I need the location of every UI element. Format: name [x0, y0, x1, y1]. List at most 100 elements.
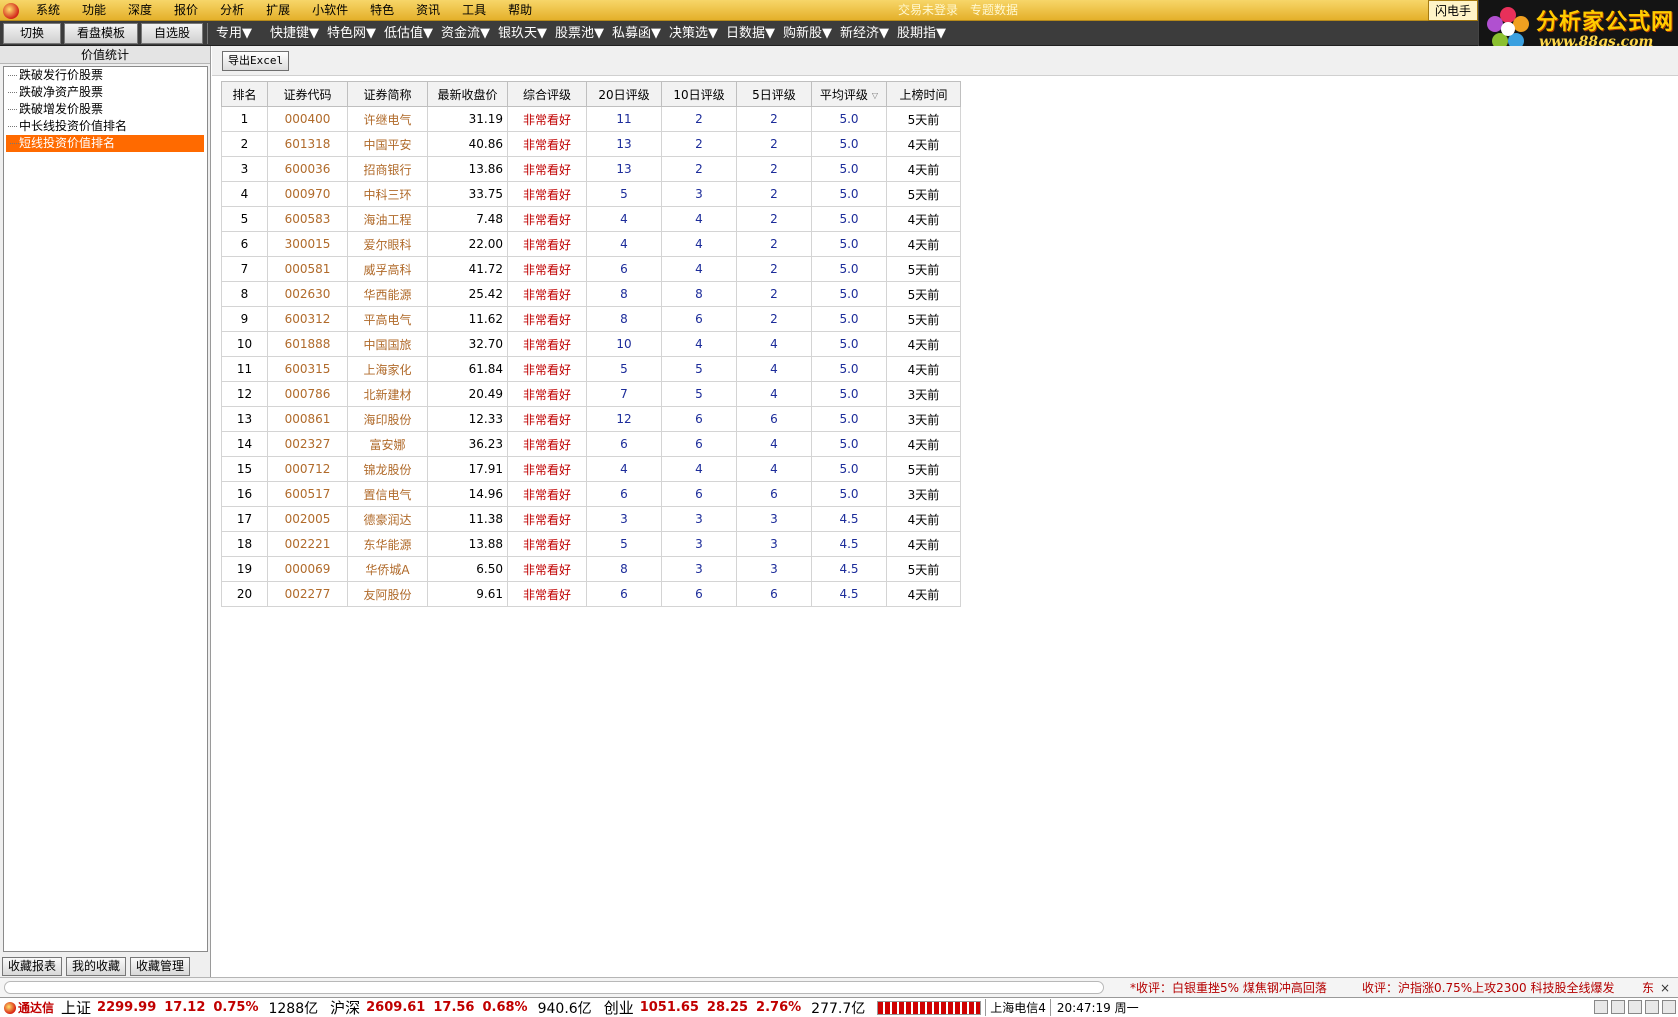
dropdown-special-use[interactable]: 专用▼	[212, 21, 256, 46]
cell-name[interactable]: 爱尔眼科	[347, 231, 428, 257]
view-template-button[interactable]: 看盘模板	[64, 22, 139, 44]
topic-data-link[interactable]: 专题数据	[970, 0, 1018, 21]
table-row[interactable]: 4 000970 中科三环 33.75 非常看好 5 3 2 5.0 5天前	[221, 181, 961, 207]
table-row[interactable]: 14 002327 富安娜 36.23 非常看好 6 6 4 5.0 4天前	[221, 431, 961, 457]
watchlist-button[interactable]: 自选股	[141, 22, 204, 44]
cell-code[interactable]: 000970	[267, 181, 348, 207]
dropdown-fund-flow[interactable]: 资金流▼	[437, 21, 494, 46]
cell-name[interactable]: 中国平安	[347, 131, 428, 157]
dropdown-feature-net[interactable]: 特色网▼	[323, 21, 380, 46]
bookmark-report-button[interactable]: 收藏报表	[2, 957, 63, 976]
cell-code[interactable]: 000069	[267, 556, 348, 582]
cell-name[interactable]: 海印股份	[347, 406, 428, 432]
dropdown-daily-data[interactable]: 日数据▼	[722, 21, 779, 46]
login-status[interactable]: 交易未登录	[898, 0, 958, 21]
dropdown-decision[interactable]: 决策选▼	[665, 21, 722, 46]
cell-code[interactable]: 002630	[267, 281, 348, 307]
index-name-cy[interactable]: 创业	[600, 998, 636, 1017]
cell-code[interactable]: 002327	[267, 431, 348, 457]
dropdown-silver-nine[interactable]: 银玖天▼	[494, 21, 551, 46]
cell-code[interactable]: 000861	[267, 406, 348, 432]
table-row[interactable]: 20 002277 友阿股份 9.61 非常看好 6 6 6 4.5 4天前	[221, 581, 961, 607]
menu-function[interactable]: 功能	[71, 0, 117, 21]
switch-button[interactable]: 切换	[3, 22, 62, 44]
table-row[interactable]: 15 000712 锦龙股份 17.91 非常看好 4 4 4 5.0 5天前	[221, 456, 961, 482]
cell-code[interactable]: 000400	[267, 106, 348, 132]
cell-name[interactable]: 置信电气	[347, 481, 428, 507]
table-row[interactable]: 10 601888 中国国旅 32.70 非常看好 10 4 4 5.0 4天前	[221, 331, 961, 357]
server-label[interactable]: 上海电信4	[985, 999, 1051, 1016]
menu-depth[interactable]: 深度	[117, 0, 163, 21]
col-overall-rating[interactable]: 综合评级	[507, 81, 587, 107]
cell-name[interactable]: 华西能源	[347, 281, 428, 307]
menu-quote[interactable]: 报价	[163, 0, 209, 21]
news-item[interactable]: 收评：沪指涨0.75%上攻2300 科技股全线爆发	[1362, 978, 1614, 998]
sort-desc-icon[interactable]: ▽	[872, 91, 878, 100]
table-row[interactable]: 3 600036 招商银行 13.86 非常看好 13 2 2 5.0 4天前	[221, 156, 961, 182]
col-rank[interactable]: 排名	[221, 81, 268, 107]
cell-code[interactable]: 000786	[267, 381, 348, 407]
table-row[interactable]: 12 000786 北新建材 20.49 非常看好 7 5 4 5.0 3天前	[221, 381, 961, 407]
menu-help[interactable]: 帮助	[497, 0, 543, 21]
col-code[interactable]: 证券代码	[267, 81, 348, 107]
table-row[interactable]: 9 600312 平高电气 11.62 非常看好 8 6 2 5.0 5天前	[221, 306, 961, 332]
tree-item-below-net-assets[interactable]: 跌破净资产股票	[4, 84, 207, 101]
index-name-hs[interactable]: 沪深	[326, 998, 362, 1017]
menu-tools[interactable]: 工具	[451, 0, 497, 21]
cell-name[interactable]: 德豪润达	[347, 506, 428, 532]
tree-item-below-issue-price[interactable]: 跌破发行价股票	[4, 67, 207, 84]
cell-code[interactable]: 000581	[267, 256, 348, 282]
cell-code[interactable]: 002221	[267, 531, 348, 557]
settings-icon[interactable]	[1662, 1000, 1676, 1014]
table-row[interactable]: 2 601318 中国平安 40.86 非常看好 13 2 2 5.0 4天前	[221, 131, 961, 157]
cell-code[interactable]: 600036	[267, 156, 348, 182]
cell-name[interactable]: 锦龙股份	[347, 456, 428, 482]
export-excel-button[interactable]: 导出Excel	[222, 51, 290, 71]
table-row[interactable]: 18 002221 东华能源 13.88 非常看好 5 3 3 4.5 4天前	[221, 531, 961, 557]
table-row[interactable]: 8 002630 华西能源 25.42 非常看好 8 8 2 5.0 5天前	[221, 281, 961, 307]
cell-name[interactable]: 招商银行	[347, 156, 428, 182]
cell-name[interactable]: 友阿股份	[347, 581, 428, 607]
dropdown-private-fund[interactable]: 私募函▼	[608, 21, 665, 46]
dropdown-index-futures[interactable]: 股期指▼	[893, 21, 950, 46]
my-bookmarks-button[interactable]: 我的收藏	[66, 957, 127, 976]
table-row[interactable]: 17 002005 德豪润达 11.38 非常看好 3 3 3 4.5 4天前	[221, 506, 961, 532]
col-close-price[interactable]: 最新收盘价	[427, 81, 508, 107]
cell-code[interactable]: 000712	[267, 456, 348, 482]
tree-item-short-term-ranking[interactable]: 短线投资价值排名	[6, 135, 204, 152]
tree-item-long-term-ranking[interactable]: 中长线投资价值排名	[4, 118, 207, 135]
tree-item-below-offering-price[interactable]: 跌破增发价股票	[4, 101, 207, 118]
col-name[interactable]: 证券简称	[347, 81, 428, 107]
menu-extend[interactable]: 扩展	[255, 0, 301, 21]
index-name-sh[interactable]: 上证	[57, 998, 93, 1017]
col-5day-rating[interactable]: 5日评级	[736, 81, 812, 107]
cell-code[interactable]: 600312	[267, 306, 348, 332]
cell-name[interactable]: 中国国旅	[347, 331, 428, 357]
dropdown-new-shares[interactable]: 购新股▼	[779, 21, 836, 46]
news-item[interactable]: *收评：白银重挫5% 煤焦钢冲高回落	[1130, 978, 1327, 998]
cell-code[interactable]: 601318	[267, 131, 348, 157]
col-listed-time[interactable]: 上榜时间	[886, 81, 961, 107]
cell-code[interactable]: 600583	[267, 206, 348, 232]
cell-name[interactable]: 上海家化	[347, 356, 428, 382]
cell-code[interactable]: 002005	[267, 506, 348, 532]
dropdown-low-valuation[interactable]: 低估值▼	[380, 21, 437, 46]
table-row[interactable]: 11 600315 上海家化 61.84 非常看好 5 5 4 5.0 4天前	[221, 356, 961, 382]
menu-analysis[interactable]: 分析	[209, 0, 255, 21]
table-row[interactable]: 13 000861 海印股份 12.33 非常看好 12 6 6 5.0 3天前	[221, 406, 961, 432]
col-average-rating[interactable]: 平均评级 ▽	[811, 81, 887, 107]
cell-name[interactable]: 华侨城A	[347, 556, 428, 582]
refresh-icon[interactable]	[1628, 1000, 1642, 1014]
cell-code[interactable]: 600517	[267, 481, 348, 507]
table-row[interactable]: 5 600583 海油工程 7.48 非常看好 4 4 2 5.0 4天前	[221, 206, 961, 232]
menu-special[interactable]: 特色	[359, 0, 405, 21]
cell-code[interactable]: 002277	[267, 581, 348, 607]
window-icon[interactable]	[1594, 1000, 1608, 1014]
menu-small-software[interactable]: 小软件	[301, 0, 359, 21]
cell-code[interactable]: 300015	[267, 231, 348, 257]
table-row[interactable]: 6 300015 爱尔眼科 22.00 非常看好 4 4 2 5.0 4天前	[221, 231, 961, 257]
cell-name[interactable]: 东华能源	[347, 531, 428, 557]
cell-name[interactable]: 威孚高科	[347, 256, 428, 282]
menu-system[interactable]: 系统	[25, 0, 71, 21]
manage-bookmarks-button[interactable]: 收藏管理	[130, 957, 191, 976]
